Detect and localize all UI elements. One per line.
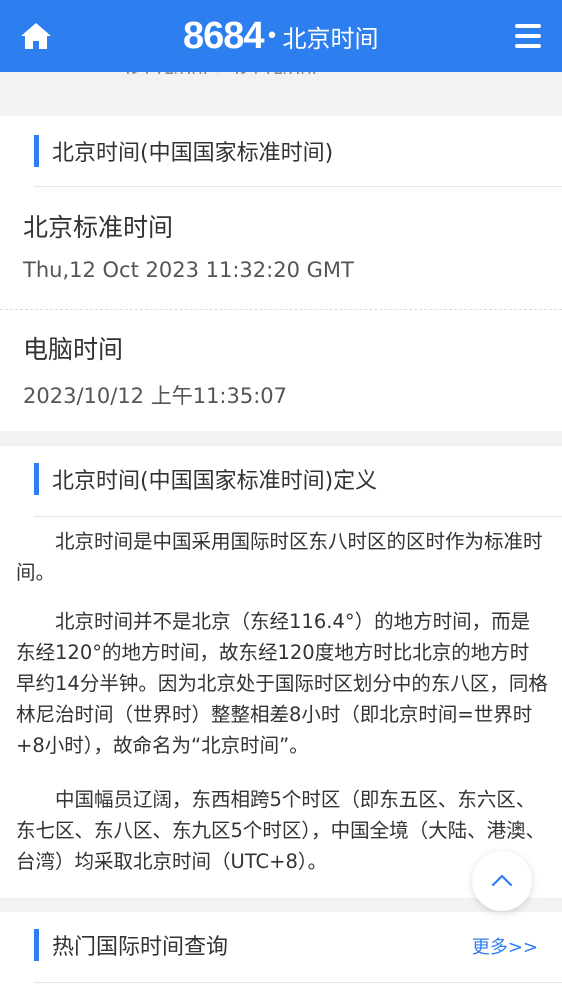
beijing-time-card: 北京时间(中国国家标准时间) 北京标准时间 Thu,12 Oct 2023 11… — [0, 116, 562, 431]
dashed-divider — [0, 309, 562, 310]
definition-paragraph: 北京时间并不是北京（东经116.4°）的地方时间，而是东经120°的地方时间，故… — [16, 610, 548, 757]
brand-dot: • — [265, 23, 279, 49]
standard-time-label: 北京标准时间 — [23, 213, 174, 242]
definition-paragraph: 中国幅员辽阔，东西相跨5个时区（即东五区、东六区、东七区、东八区、东九区5个时区… — [16, 788, 546, 873]
more-link[interactable]: 更多>> — [472, 933, 538, 959]
brand[interactable]: 8684 • 北京时间 — [183, 12, 379, 60]
menu-icon — [515, 24, 541, 48]
definition-paragraph: 北京时间是中国采用国际时区东八时区的区时作为标准时间。 — [16, 530, 543, 584]
brand-logo: 8684 — [183, 14, 265, 57]
computer-time-label: 电脑时间 — [23, 335, 124, 364]
hot-international-card: 热门国际时间查询 更多>> — [0, 912, 562, 999]
section-title-hot: 热门国际时间查询 — [34, 928, 228, 962]
top-header: 8684 • 北京时间 — [0, 0, 562, 72]
standard-time-value: Thu,12 Oct 2023 11:32:20 GMT — [23, 258, 354, 282]
scroll-to-top-button[interactable] — [472, 851, 532, 911]
section-title-definition: 北京时间(中国国家标准时间)定义 — [34, 462, 377, 496]
home-icon — [21, 23, 51, 49]
menu-button[interactable] — [512, 20, 544, 52]
definition-card: 北京时间(中国国家标准时间)定义 北京时间是中国采用国际时区东八时区的区时作为标… — [0, 446, 562, 898]
home-button[interactable] — [18, 18, 54, 54]
section-title-beijing: 北京时间(中国国家标准时间) — [34, 134, 333, 168]
divider — [34, 516, 562, 517]
divider — [34, 982, 562, 983]
chevron-up-icon — [491, 874, 513, 887]
divider — [34, 186, 562, 187]
brand-title: 北京时间 — [282, 24, 379, 53]
computer-time-value: 2023/10/12 上午11:35:07 — [23, 384, 288, 408]
